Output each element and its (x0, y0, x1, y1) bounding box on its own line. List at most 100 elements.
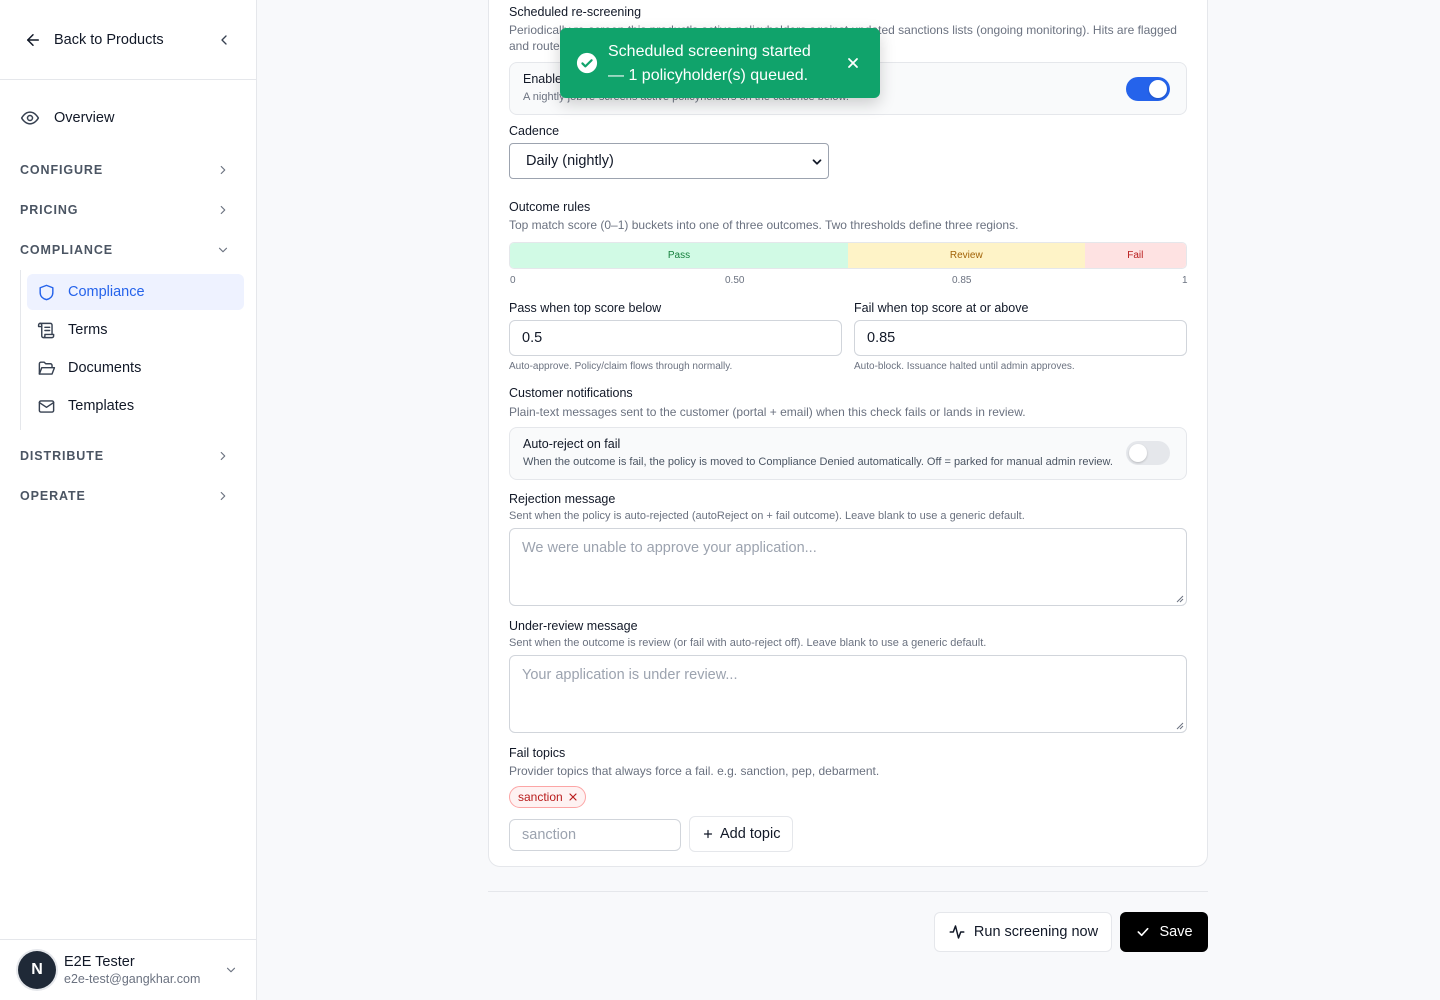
user-name: E2E Tester (64, 954, 135, 970)
outcome-segment-fail: Fail (1084, 243, 1186, 268)
success-toast: Scheduled screening started — 1 policyho… (560, 28, 880, 98)
save-button[interactable]: Save (1120, 912, 1208, 952)
fail-topic-chip: sanction (509, 786, 586, 808)
rejection-message-textarea[interactable]: We were unable to approve your applicati… (509, 528, 1187, 606)
under-review-message-label: Under-review message (509, 619, 638, 633)
sidebar-section-label: OPERATE (20, 489, 86, 503)
sidebar-item-compliance[interactable]: Compliance (27, 274, 244, 310)
under-review-message-textarea[interactable]: Your application is under review... (509, 655, 1187, 733)
avatar: N (18, 951, 56, 989)
under-review-message-placeholder: Your application is under review... (522, 667, 738, 683)
save-label: Save (1159, 924, 1193, 940)
sidebar-item-label: Terms (68, 322, 108, 338)
shield-icon (39, 284, 54, 300)
arrow-left-icon (27, 33, 39, 46)
auto-reject-row: Auto-reject on fail When the outcome is … (509, 427, 1187, 480)
outcome-tick-050: 0.50 (725, 275, 745, 286)
rejection-message-placeholder: We were unable to approve your applicati… (522, 540, 817, 556)
outcome-threshold-bar: Pass Review Fail (509, 242, 1187, 269)
auto-reject-help: When the outcome is fail, the policy is … (523, 456, 1113, 468)
fail-threshold-label: Fail when top score at or above (854, 301, 1029, 315)
sidebar-nav: Overview CONFIGURE PRICING COMPLIANCE Co… (0, 80, 256, 516)
enable-rescreening-toggle[interactable] (1126, 77, 1170, 101)
pass-threshold-help: Auto-approve. Policy/claim flows through… (509, 361, 733, 372)
outcome-tick-1: 1 (1182, 275, 1188, 286)
user-menu[interactable]: N E2E Tester e2e-test@gangkhar.com (0, 939, 256, 1000)
chevron-down-icon (812, 159, 822, 165)
fail-topics-description: Provider topics that always force a fail… (509, 764, 880, 778)
customer-notifications-description: Plain-text messages sent to the customer… (509, 405, 1026, 419)
fail-topic-input[interactable]: sanction (509, 819, 681, 851)
outcome-tick-085: 0.85 (952, 275, 972, 286)
sidebar-item-templates[interactable]: Templates (27, 388, 244, 424)
mail-icon (38, 399, 55, 413)
back-to-products-label: Back to Products (54, 31, 164, 48)
sidebar-header: Back to Products (0, 0, 256, 80)
add-topic-button[interactable]: Add topic (689, 816, 794, 852)
folder-open-icon (38, 360, 56, 375)
sidebar-section-label: DISTRIBUTE (20, 449, 104, 463)
check-circle-icon (576, 52, 598, 74)
chevron-right-icon (216, 203, 230, 217)
sidebar-section-distribute[interactable]: DISTRIBUTE (0, 436, 256, 476)
sidebar-item-terms[interactable]: Terms (27, 312, 244, 348)
plus-icon (703, 829, 713, 839)
chevron-down-icon (224, 963, 238, 977)
auto-reject-toggle[interactable] (1126, 441, 1170, 465)
outcome-segment-pass: Pass (510, 243, 848, 268)
eye-icon (20, 111, 40, 125)
under-review-message-help: Sent when the outcome is review (or fail… (509, 637, 987, 649)
back-to-products-link[interactable]: Back to Products (24, 31, 164, 49)
sidebar-section-configure[interactable]: CONFIGURE (0, 150, 256, 190)
compliance-subnav: Compliance Terms Documents Templates (20, 270, 256, 430)
fail-topic-chip-label: sanction (518, 790, 563, 804)
toast-message-line2: — 1 policyholder(s) queued. (608, 67, 809, 84)
sidebar: Back to Products Overview CONFIGURE PRIC… (0, 0, 257, 1000)
remove-topic-icon[interactable] (568, 792, 578, 802)
sidebar-section-label: CONFIGURE (20, 163, 104, 177)
add-topic-label: Add topic (720, 826, 781, 842)
rescreening-title: Scheduled re-screening (509, 5, 642, 19)
auto-reject-label: Auto-reject on fail (523, 437, 621, 451)
cadence-select[interactable]: Daily (nightly) (509, 143, 829, 179)
sidebar-item-documents[interactable]: Documents (27, 350, 244, 386)
sidebar-section-label: COMPLIANCE (20, 243, 114, 257)
sidebar-section-compliance[interactable]: COMPLIANCE (0, 230, 256, 270)
rejection-message-help: Sent when the policy is auto-rejected (a… (509, 510, 1025, 522)
sidebar-item-label: Documents (68, 360, 142, 376)
pass-threshold-input[interactable]: 0.5 (509, 320, 842, 356)
check-icon (1138, 927, 1149, 937)
run-screening-now-label: Run screening now (973, 924, 1099, 940)
footer-divider (488, 891, 1208, 892)
pass-threshold-label: Pass when top score below (509, 301, 662, 315)
run-screening-now-button[interactable]: Run screening now (934, 912, 1112, 952)
fail-threshold-input[interactable]: 0.85 (854, 320, 1187, 356)
resize-handle-icon[interactable] (1176, 722, 1184, 730)
collapse-sidebar-button[interactable] (214, 30, 234, 50)
rejection-message-label: Rejection message (509, 492, 616, 506)
outcome-rules-title: Outcome rules (509, 200, 591, 214)
sidebar-section-label: PRICING (20, 203, 79, 217)
sidebar-section-operate[interactable]: OPERATE (0, 476, 256, 516)
sidebar-section-pricing[interactable]: PRICING (0, 190, 256, 230)
user-meta: E2E Tester e2e-test@gangkhar.com (64, 954, 200, 986)
cadence-selected-value: Daily (nightly) (526, 153, 614, 169)
toggle-knob (1129, 444, 1147, 462)
sidebar-item-overview[interactable]: Overview (0, 102, 256, 134)
enable-rescreening-label: Enable (523, 72, 562, 86)
fail-topics-title: Fail topics (509, 746, 566, 760)
outcome-segment-review: Review (848, 243, 1085, 268)
activity-icon (949, 925, 965, 939)
sidebar-item-label: Compliance (68, 284, 145, 300)
scroll-icon (37, 322, 55, 338)
chevron-right-icon (216, 449, 230, 463)
toast-message: Scheduled screening started — 1 policyho… (608, 40, 836, 88)
toggle-knob (1149, 80, 1167, 98)
customer-notifications-title: Customer notifications (509, 386, 633, 400)
close-icon[interactable] (846, 56, 860, 70)
toast-message-line1: Scheduled screening started (608, 43, 811, 60)
chevron-down-icon (216, 243, 230, 257)
resize-handle-icon[interactable] (1176, 595, 1184, 603)
sidebar-item-label: Templates (68, 398, 135, 414)
cadence-label: Cadence (509, 124, 560, 138)
